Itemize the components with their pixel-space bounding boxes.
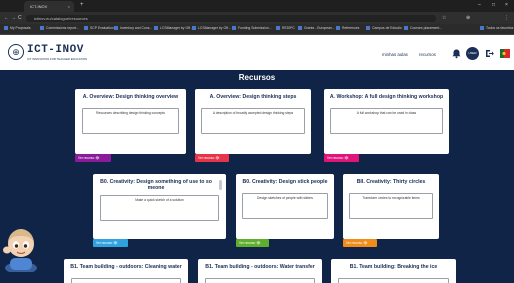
resource-card: BII. Creativity: Thirty circles Transfor… <box>343 174 439 239</box>
logo-icon[interactable]: ⊕ <box>8 44 24 60</box>
bookmark-item[interactable]: LCSManager by Gff... <box>192 26 231 31</box>
view-resource-button[interactable]: Ver recurso 👁 <box>195 154 229 162</box>
card-description <box>71 278 181 283</box>
bookmark-item[interactable]: Courses placement... <box>404 26 442 31</box>
eye-icon: 👁 <box>215 156 220 160</box>
browser-tab-bar: ICT-INOV × + – □ × <box>0 0 514 12</box>
bookmark-item[interactable]: Commissions report... <box>40 26 79 31</box>
card-description <box>338 278 449 283</box>
bookmark-icon <box>192 26 196 31</box>
card-description <box>205 278 315 283</box>
card-title: B1. Team building - outdoors: Water tran… <box>205 264 315 270</box>
maximize-icon[interactable]: □ <box>492 2 495 8</box>
browser-tab[interactable]: ICT-INOV × <box>24 1 74 12</box>
card-title: A. Workshop: A full design thinking work… <box>329 94 444 100</box>
user-avatar[interactable]: USER <box>466 47 479 60</box>
view-resource-button[interactable]: Ver recurso 👁 <box>236 239 269 247</box>
tab-close-icon[interactable]: × <box>68 1 70 12</box>
card-title: B1. Team building - outdoors: Cleaning w… <box>70 264 182 270</box>
resource-card: B0. Creativity: Design something of use … <box>93 174 226 239</box>
minimize-icon[interactable]: – <box>478 2 481 8</box>
bookmark-item[interactable]: REDIPC <box>276 26 295 31</box>
resource-card: B0. Creativity: Design stick people Desi… <box>236 174 334 239</box>
bookmark-icon <box>336 26 340 31</box>
view-resource-button[interactable]: Ver recurso 👁 <box>75 154 111 162</box>
folder-icon <box>480 26 484 31</box>
bookmark-item[interactable]: References <box>336 26 359 31</box>
card-description: A full workshop that can be used in clas… <box>330 108 443 134</box>
bookmark-item[interactable]: Grants - European... <box>298 26 335 31</box>
reload-icon[interactable]: C <box>18 15 22 21</box>
card-description: Make a quick sketch of a solution <box>100 195 219 221</box>
bookmark-item-all[interactable]: Todos os favoritos <box>480 26 513 31</box>
url-input[interactable]: ictinov.eu/catalogue/resources <box>26 15 436 22</box>
bookmark-icon <box>84 26 88 31</box>
tab-title: ICT-INOV <box>30 4 48 9</box>
page: ICT-INOV × + – □ × ← → C ictinov.eu/cata… <box>0 0 514 283</box>
bookmark-icon <box>154 26 158 31</box>
card-description: Transform circles to recognizable items <box>349 193 433 219</box>
bookmark-item[interactable]: Campus de Estudio <box>366 26 402 31</box>
card-description: A description of broadly accepted design… <box>201 108 305 134</box>
card-title: B0. Creativity: Design stick people <box>242 179 328 185</box>
bookmark-icon <box>4 26 8 31</box>
bookmark-icon <box>298 26 302 31</box>
mascot-avatar-icon[interactable] <box>2 224 40 272</box>
bookmarks-bar: My Proposals Commissions report... SCP E… <box>0 24 514 35</box>
bookmark-icon <box>366 26 370 31</box>
resource-card: A. Overview: Design thinking steps A des… <box>195 89 311 154</box>
resource-card: B1. Team building: Breaking the ice <box>331 259 456 283</box>
bookmark-icon <box>114 26 118 31</box>
card-description: Design sketches of people with sliders <box>242 193 328 219</box>
bookmark-star-icon[interactable]: ☆ <box>442 15 446 21</box>
bookmark-item[interactable]: LCSManager by Gff... <box>154 26 193 31</box>
eye-icon: 👁 <box>95 156 100 160</box>
resource-card: A. Overview: Design thinking overview Re… <box>75 89 186 154</box>
card-title: A. Overview: Design thinking steps <box>209 94 297 100</box>
nav-link-minhas-aulas[interactable]: minhas aulas <box>382 52 408 57</box>
bookmark-item[interactable]: Inventory and Cons... <box>114 26 152 31</box>
bookmark-item[interactable]: My Proposals <box>4 26 31 31</box>
logout-icon[interactable] <box>485 49 494 58</box>
bookmark-item[interactable]: SCP Evaluation <box>84 26 114 31</box>
view-resource-button[interactable]: Ver recurso 👁 <box>93 239 128 247</box>
card-title: BII. Creativity: Thirty circles <box>356 179 426 185</box>
bookmark-icon <box>232 26 236 31</box>
logo-text[interactable]: ICT-INOV <box>27 44 84 56</box>
close-window-icon[interactable]: × <box>505 2 508 8</box>
card-title: B1. Team building: Breaking the ice <box>349 264 438 270</box>
eye-icon: 👁 <box>256 241 261 245</box>
new-tab-icon[interactable]: + <box>80 2 84 8</box>
resource-card: B1. Team building - outdoors: Cleaning w… <box>64 259 188 283</box>
flag-icon[interactable] <box>500 49 510 58</box>
page-title: Recursos <box>238 73 276 82</box>
address-bar-row: ← → C ictinov.eu/catalogue/resources ☆ ⊕… <box>0 12 514 24</box>
logo-subtitle: ICT INNOVATION FOR TEACHER EDUCATION <box>27 57 88 61</box>
resources-section: Recursos A. Overview: Design thinking ov… <box>0 70 514 283</box>
resource-card: B1. Team building - outdoors: Water tran… <box>198 259 322 283</box>
card-title: A. Overview: Design thinking overview <box>82 94 179 100</box>
resource-card: A. Workshop: A full design thinking work… <box>324 89 449 154</box>
forward-icon[interactable]: → <box>11 15 16 21</box>
bookmark-item[interactable]: Funding Submission... <box>232 26 272 31</box>
bookmark-icon <box>404 26 408 31</box>
back-icon[interactable]: ← <box>4 15 9 21</box>
site-header: ⊕ ICT-INOV ICT INNOVATION FOR TEACHER ED… <box>0 35 514 70</box>
card-title: B0. Creativity: Design something of use … <box>100 179 212 191</box>
extensions-icon[interactable]: ⊕ <box>466 15 470 21</box>
card-scrollbar[interactable] <box>219 180 222 190</box>
eye-icon: 👁 <box>344 156 349 160</box>
nav-link-recursos[interactable]: recursos <box>419 52 436 57</box>
browser-menu-icon[interactable]: ⋮ <box>504 15 509 21</box>
view-resource-button[interactable]: Ver recurso 👁 <box>324 154 359 162</box>
eye-icon: 👁 <box>113 241 118 245</box>
eye-icon: 👁 <box>363 241 368 245</box>
view-resource-button[interactable]: Ver recurso 👁 <box>343 239 377 247</box>
bookmark-icon <box>40 26 44 31</box>
bell-icon[interactable] <box>451 48 462 59</box>
bookmark-icon <box>276 26 280 31</box>
card-description: Resources describing design thinking con… <box>82 108 179 134</box>
